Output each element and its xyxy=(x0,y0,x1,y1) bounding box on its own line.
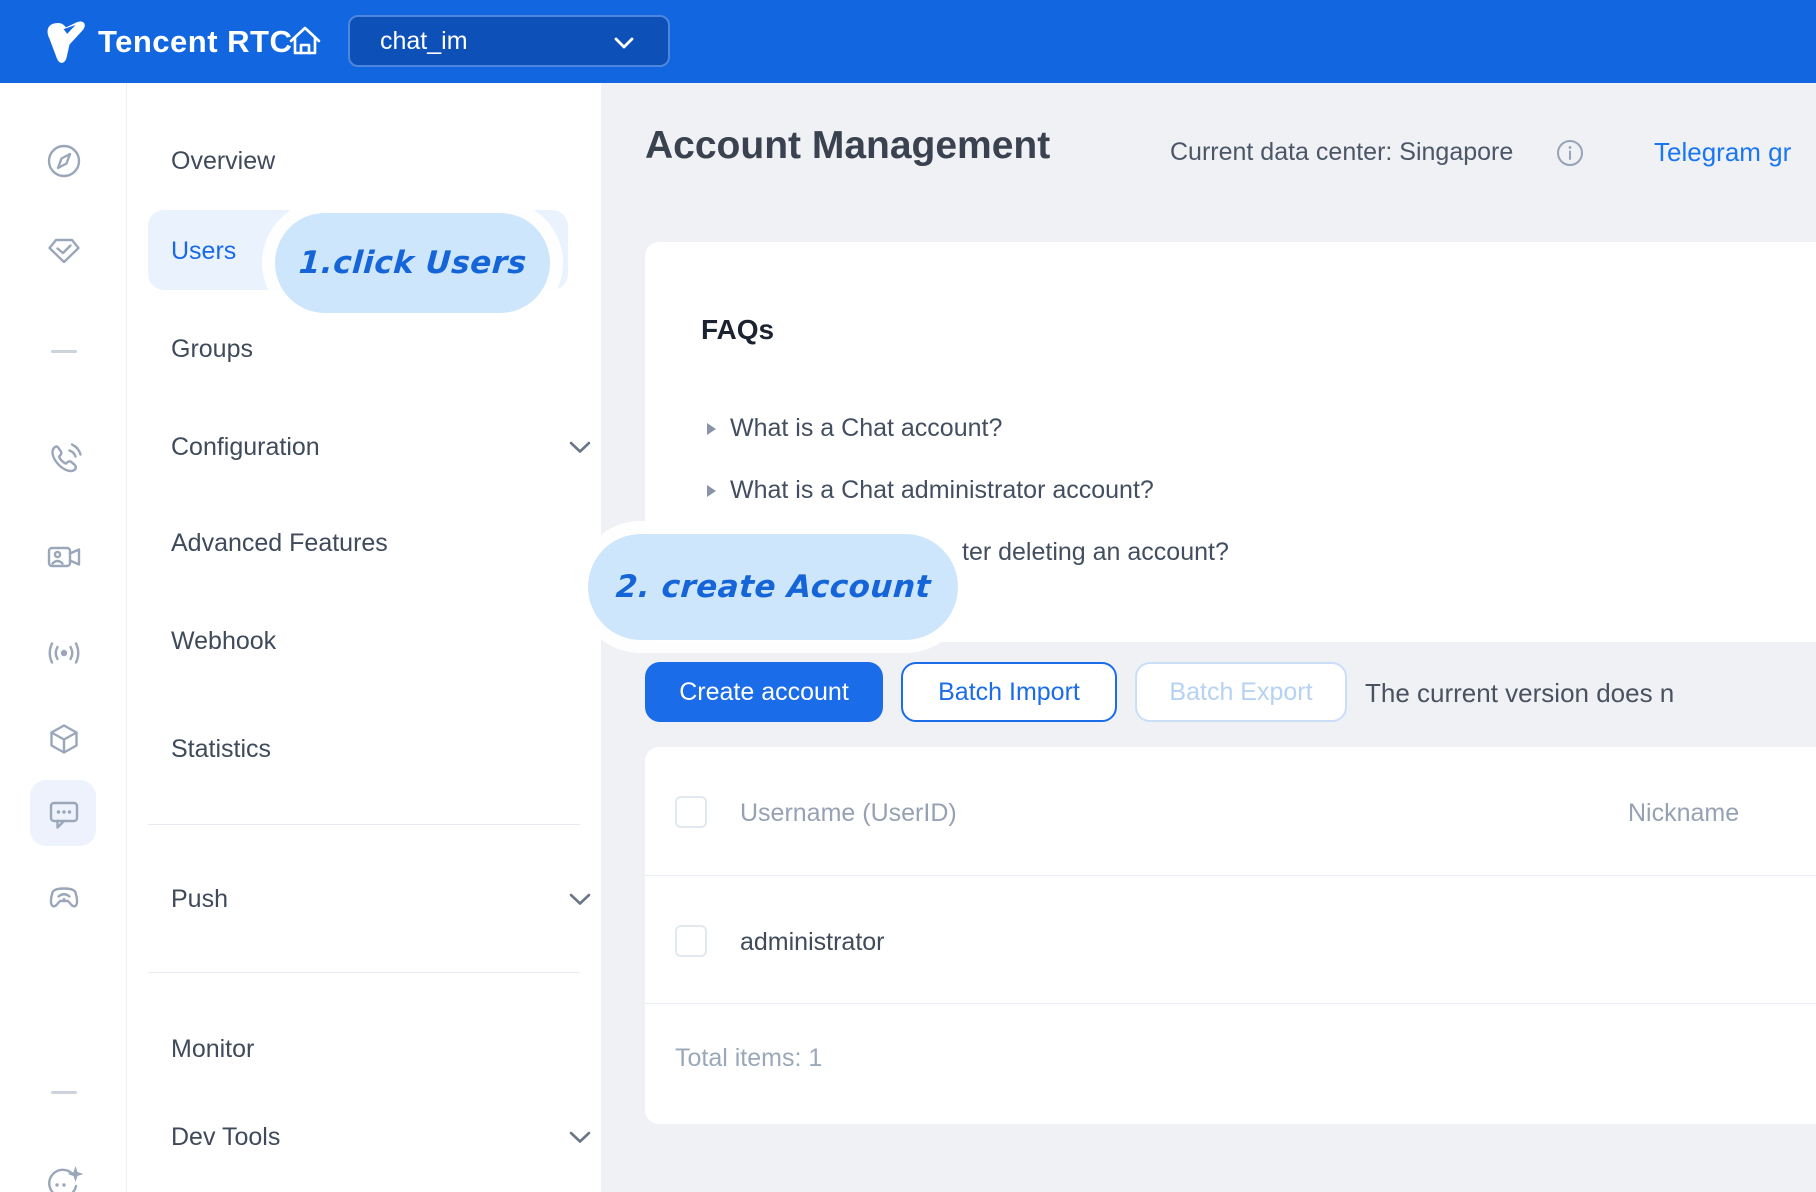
faq-item-chat-account[interactable]: What is a Chat account? xyxy=(707,414,1002,443)
tencent-rtc-logo-icon xyxy=(40,15,92,67)
live-broadcast-icon[interactable] xyxy=(44,633,84,673)
sidebar-item-webhook[interactable]: Webhook xyxy=(171,620,571,662)
faq-title: FAQs xyxy=(701,314,774,346)
sidebar-item-statistics[interactable]: Statistics xyxy=(171,728,571,770)
batch-import-button[interactable]: Batch Import xyxy=(901,662,1117,722)
total-items-label: Total items: 1 xyxy=(675,1044,822,1073)
sidebar-item-push[interactable]: Push xyxy=(171,878,571,920)
faq-item-admin-account[interactable]: What is a Chat administrator account? xyxy=(707,476,1154,505)
page-title: Account Management xyxy=(645,124,1050,168)
telegram-group-link[interactable]: Telegram gr xyxy=(1654,137,1791,168)
batch-export-button: Batch Export xyxy=(1135,662,1347,722)
chevron-down-icon xyxy=(569,1131,591,1144)
chevron-down-icon xyxy=(569,893,591,906)
chat-icon[interactable] xyxy=(44,794,84,834)
row-username: administrator xyxy=(740,928,885,957)
select-all-checkbox[interactable] xyxy=(675,796,707,828)
annotation-step2-text: 2. create Account xyxy=(614,569,931,605)
table-divider xyxy=(645,875,1816,876)
sidebar-item-dev-tools[interactable]: Dev Tools xyxy=(171,1116,571,1158)
annotation-step2-bubble: 2. create Account xyxy=(588,534,958,640)
annotation-step1-bubble: 1.click Users xyxy=(275,213,550,313)
chevron-down-icon xyxy=(614,37,634,50)
faq-item-partial[interactable]: ter deleting an account? xyxy=(962,538,1229,567)
sidebar-divider xyxy=(148,824,580,825)
row-checkbox[interactable] xyxy=(675,925,707,957)
app-selector-value: chat_im xyxy=(380,27,468,56)
table-footer-divider xyxy=(645,1003,1816,1004)
info-icon[interactable] xyxy=(1556,139,1584,167)
sidebar-item-monitor[interactable]: Monitor xyxy=(171,1028,571,1070)
rail-divider xyxy=(51,1091,77,1094)
column-header-username[interactable]: Username (UserID) xyxy=(740,799,957,828)
sidebar-item-advanced-features[interactable]: Advanced Features xyxy=(171,522,571,564)
column-header-nickname[interactable]: Nickname xyxy=(1628,799,1739,828)
annotation-step1-text: 1.click Users xyxy=(297,245,527,281)
engine-cube-icon[interactable] xyxy=(44,719,84,759)
triangle-expand-icon xyxy=(707,485,716,497)
video-call-icon[interactable] xyxy=(44,537,84,577)
top-navigation-bar: Tencent RTC chat_im xyxy=(0,0,1816,83)
sidebar-divider xyxy=(148,972,580,973)
sidebar-item-configuration[interactable]: Configuration xyxy=(171,426,571,468)
sidebar-item-groups[interactable]: Groups xyxy=(171,328,571,370)
data-center-label: Current data center: Singapore xyxy=(1170,138,1513,167)
phone-call-icon[interactable] xyxy=(44,439,84,479)
app-selector-dropdown[interactable]: chat_im xyxy=(348,15,670,67)
ai-assistant-icon[interactable] xyxy=(44,1156,84,1192)
game-controller-icon[interactable] xyxy=(44,877,84,917)
product-icon-rail xyxy=(0,83,127,1192)
sidebar-item-overview[interactable]: Overview xyxy=(171,140,571,182)
premium-gem-icon[interactable] xyxy=(44,231,84,271)
brand-title: Tencent RTC xyxy=(98,0,292,83)
home-icon[interactable] xyxy=(286,22,324,60)
compass-icon[interactable] xyxy=(44,141,84,181)
create-account-button[interactable]: Create account xyxy=(645,662,883,722)
version-note-text: The current version does n xyxy=(1365,678,1674,709)
chevron-down-icon xyxy=(569,441,591,454)
rail-divider xyxy=(51,350,77,353)
app-window: Tencent RTC chat_im xyxy=(0,0,1816,1192)
accounts-table-card: Username (UserID) Nickname administrator… xyxy=(645,747,1816,1124)
triangle-expand-icon xyxy=(707,423,716,435)
